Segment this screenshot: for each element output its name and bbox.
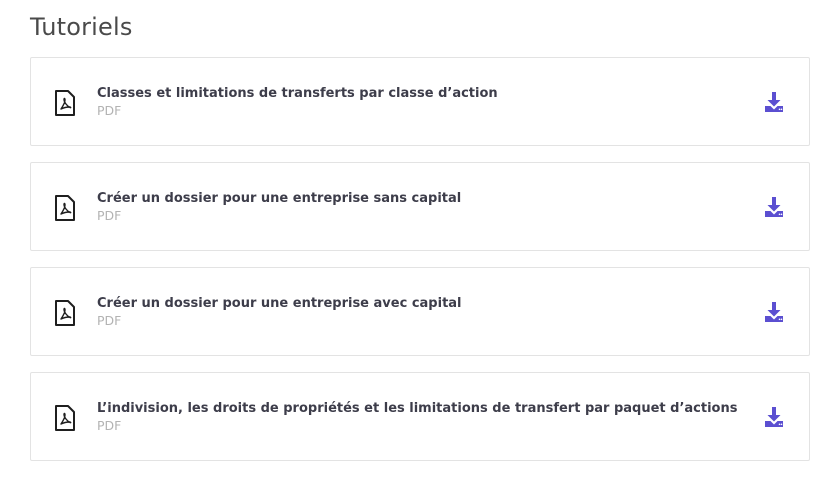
document-type: PDF — [97, 208, 122, 223]
document-title: L’indivision, les droits de propriétés e… — [97, 401, 738, 416]
document-text: Créer un dossier pour une entreprise ave… — [97, 296, 739, 329]
document-title: Créer un dossier pour une entreprise san… — [97, 191, 462, 206]
document-text: Créer un dossier pour une entreprise san… — [97, 191, 739, 224]
download-icon[interactable] — [762, 195, 786, 219]
document-list: Classes et limitations de transferts par… — [30, 57, 810, 477]
document-type: PDF — [97, 103, 122, 118]
download-icon[interactable] — [762, 300, 786, 324]
document-type: PDF — [97, 418, 122, 433]
document-type: PDF — [97, 313, 122, 328]
document-text: L’indivision, les droits de propriétés e… — [97, 401, 739, 434]
document-card: Créer un dossier pour une entreprise ave… — [30, 267, 810, 356]
document-title: Classes et limitations de transferts par… — [97, 86, 498, 101]
section-title: Tutoriels — [30, 13, 133, 41]
document-text: Classes et limitations de transferts par… — [97, 86, 739, 119]
download-icon[interactable] — [762, 405, 786, 429]
document-card: Créer un dossier pour une entreprise san… — [30, 162, 810, 251]
pdf-file-icon — [55, 405, 75, 431]
pdf-file-icon — [55, 300, 75, 326]
document-card: Classes et limitations de transferts par… — [30, 57, 810, 146]
tutorials-page: Tutoriels Classes et limitations de tran… — [0, 0, 836, 488]
download-icon[interactable] — [762, 90, 786, 114]
document-title: Créer un dossier pour une entreprise ave… — [97, 296, 462, 311]
pdf-file-icon — [55, 195, 75, 221]
document-card: L’indivision, les droits de propriétés e… — [30, 372, 810, 461]
pdf-file-icon — [55, 90, 75, 116]
